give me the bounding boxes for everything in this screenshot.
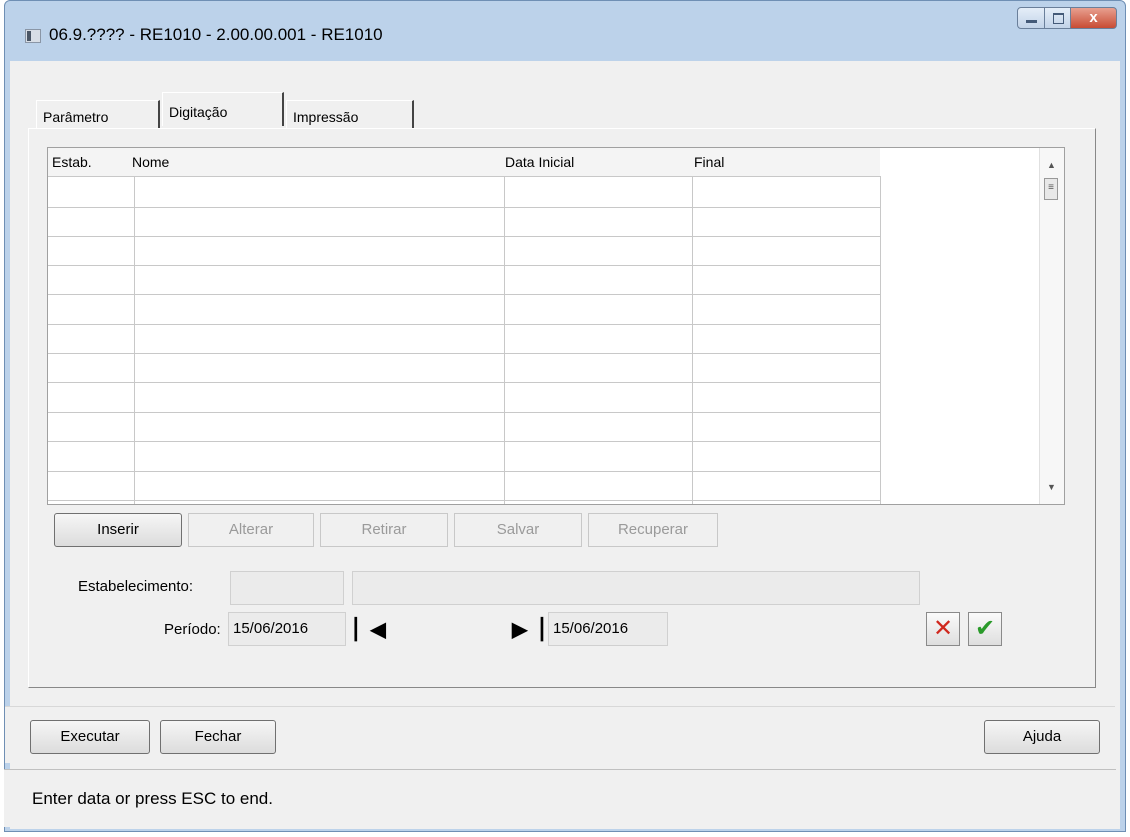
inserir-label: Inserir: [97, 521, 139, 538]
estabelecimento-code-field[interactable]: [230, 571, 344, 605]
fechar-label: Fechar: [194, 728, 242, 745]
salvar-button[interactable]: Salvar: [454, 513, 582, 547]
grid-divider: [692, 176, 693, 504]
title-bar[interactable]: 06.9.???? - RE1010 - 2.00.00.001 - RE101…: [5, 1, 1125, 61]
vertical-scrollbar[interactable]: ▲ ≡ ▼: [1039, 148, 1064, 504]
column-header-data-inicial[interactable]: Data Inicial: [505, 154, 574, 170]
grid-divider: [880, 176, 881, 504]
close-icon: x: [1089, 9, 1098, 26]
first-record-icon[interactable]: ▏◀: [355, 620, 386, 640]
tab-digitacao[interactable]: Digitação: [162, 92, 284, 126]
salvar-label: Salvar: [496, 521, 540, 538]
grid-header: Estab. Nome Data Inicial Final: [48, 148, 880, 177]
maximize-icon: [1053, 13, 1064, 24]
table-row[interactable]: [48, 412, 880, 413]
tab-label: Impressão: [293, 109, 359, 125]
minimize-button[interactable]: [1017, 7, 1045, 29]
maximize-button[interactable]: [1045, 7, 1071, 29]
column-header-final[interactable]: Final: [694, 154, 724, 170]
recuperar-button[interactable]: Recuperar: [588, 513, 718, 547]
data-grid[interactable]: Estab. Nome Data Inicial Final ▲ ≡ ▼: [47, 147, 1065, 505]
scroll-up-arrow-icon[interactable]: ▲: [1047, 160, 1056, 170]
minimize-icon: [1026, 20, 1037, 23]
estabelecimento-label: Estabelecimento:: [78, 578, 194, 595]
table-row[interactable]: [48, 236, 880, 237]
executar-label: Executar: [60, 728, 120, 745]
scroll-thumb[interactable]: ≡: [1044, 178, 1058, 200]
status-text: Enter data or press ESC to end.: [32, 789, 273, 808]
column-header-nome[interactable]: Nome: [132, 154, 169, 170]
tab-label: Parâmetro: [43, 109, 109, 125]
app-icon: [25, 29, 41, 43]
table-row[interactable]: [48, 207, 880, 208]
x-cancel-icon: ✕: [932, 615, 954, 642]
estabelecimento-name-field: [352, 571, 920, 605]
periodo-end-field[interactable]: 15/06/2016: [548, 612, 668, 646]
grid-divider: [504, 176, 505, 504]
table-row[interactable]: [48, 294, 880, 295]
table-row[interactable]: [48, 500, 880, 501]
periodo-label: Período:: [164, 621, 221, 638]
status-bar: Enter data or press ESC to end.: [4, 769, 1116, 827]
checkmark-icon: ✔: [974, 615, 996, 642]
retirar-button[interactable]: Retirar: [320, 513, 448, 547]
alterar-button[interactable]: Alterar: [188, 513, 314, 547]
window-controls: x: [1017, 7, 1117, 29]
close-button[interactable]: x: [1071, 7, 1117, 29]
confirm-button[interactable]: ✔: [968, 612, 1002, 646]
cancel-button[interactable]: ✕: [926, 612, 960, 646]
tab-label: Digitação: [169, 104, 228, 120]
fechar-button[interactable]: Fechar: [160, 720, 276, 754]
column-header-estab[interactable]: Estab.: [52, 154, 92, 170]
tab-impressao[interactable]: Impressão: [286, 100, 414, 128]
periodo-start-field[interactable]: 15/06/2016: [228, 612, 346, 646]
alterar-label: Alterar: [228, 521, 274, 538]
ajuda-label: Ajuda: [1022, 728, 1062, 745]
recuperar-label: Recuperar: [617, 521, 689, 538]
table-row[interactable]: [48, 353, 880, 354]
table-row[interactable]: [48, 441, 880, 442]
grid-divider: [134, 176, 135, 504]
table-row[interactable]: [48, 324, 880, 325]
tab-parametro[interactable]: Parâmetro: [36, 100, 160, 128]
table-row[interactable]: [48, 382, 880, 383]
table-row[interactable]: [48, 265, 880, 266]
inserir-button[interactable]: Inserir: [54, 513, 182, 547]
ajuda-button[interactable]: Ajuda: [984, 720, 1100, 754]
window-title: 06.9.???? - RE1010 - 2.00.00.001 - RE101…: [49, 25, 383, 44]
last-record-icon[interactable]: ▶▕: [512, 620, 543, 640]
retirar-label: Retirar: [361, 521, 407, 538]
executar-button[interactable]: Executar: [30, 720, 150, 754]
scroll-down-arrow-icon[interactable]: ▼: [1047, 482, 1056, 492]
table-row[interactable]: [48, 471, 880, 472]
